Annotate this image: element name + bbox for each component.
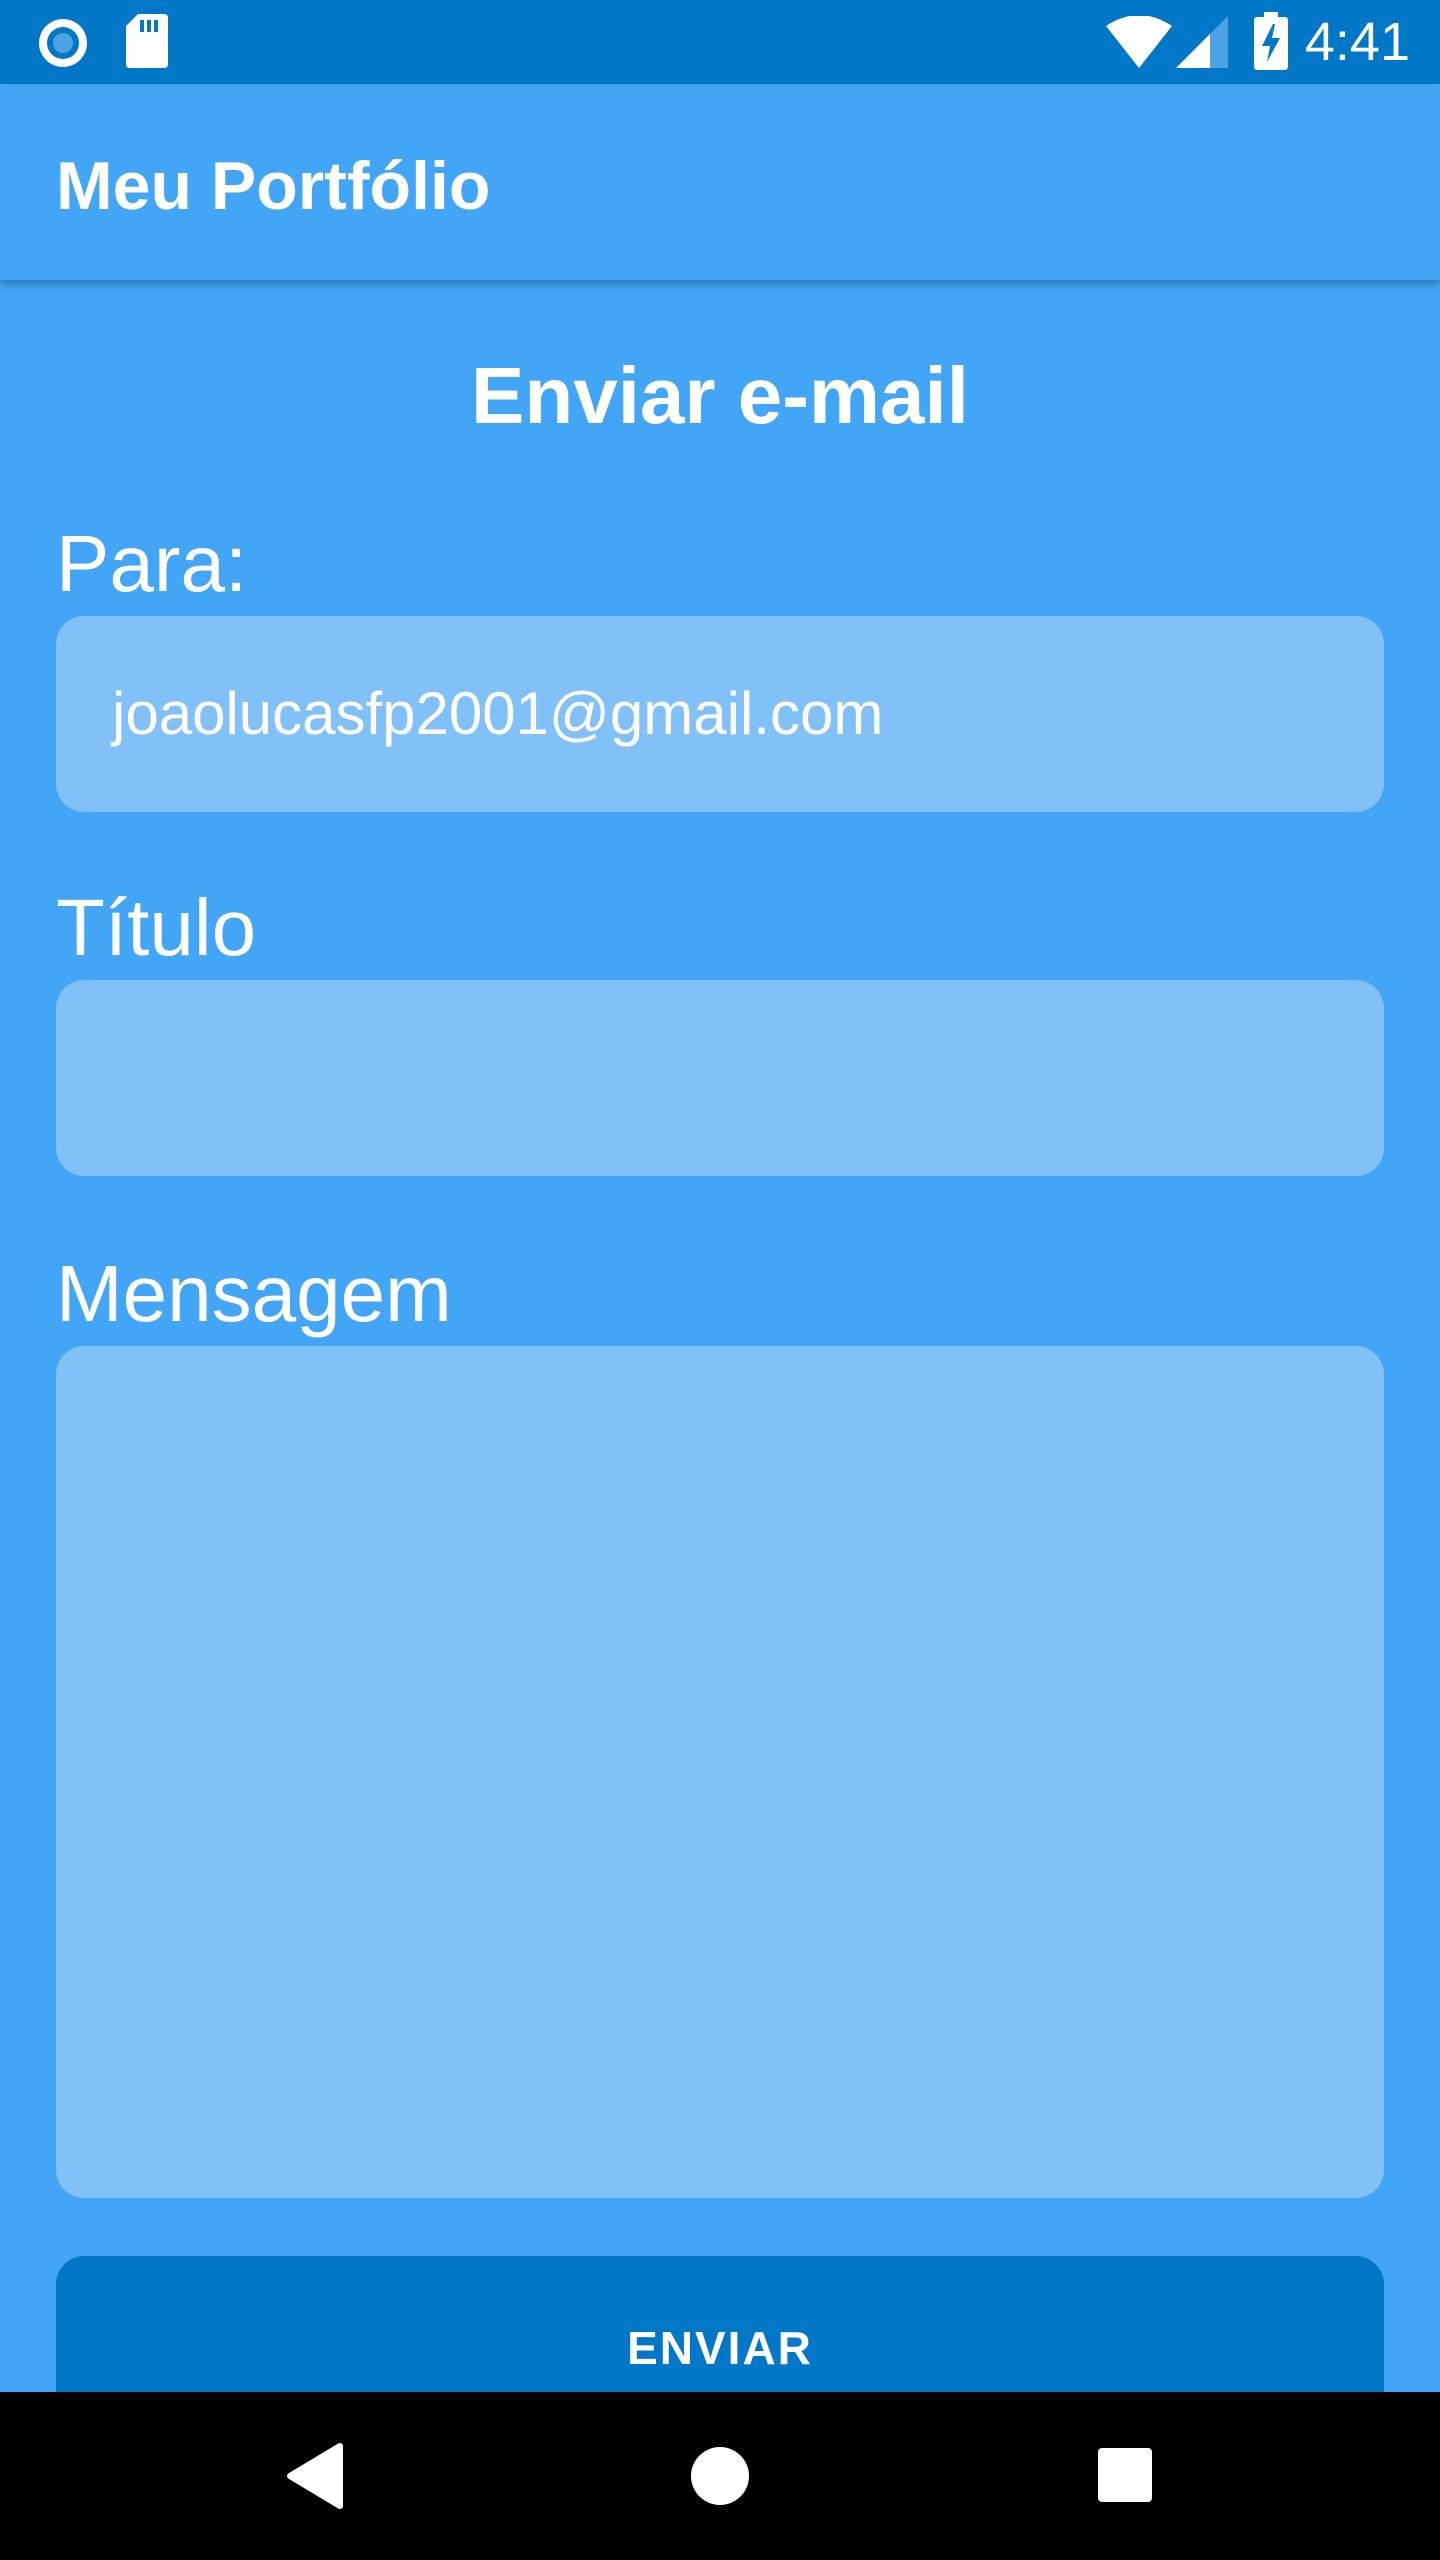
back-icon[interactable]	[276, 2436, 356, 2516]
navigation-bar	[0, 2392, 1440, 2560]
sd-card-icon	[126, 14, 168, 68]
radio-icon	[39, 19, 87, 67]
message-label: Mensagem	[56, 1249, 452, 1338]
to-field[interactable]: joaolucasfp2001@gmail.com	[56, 616, 1384, 812]
app-bar: Meu Portfólio	[0, 84, 1440, 280]
status-bar: 4:41	[0, 0, 1440, 84]
page-title: Enviar e-mail	[470, 351, 969, 440]
message-field[interactable]	[56, 1346, 1384, 2198]
to-field-value: joaolucasfp2001@gmail.com	[112, 680, 884, 747]
home-icon[interactable]	[680, 2436, 760, 2516]
recents-icon[interactable]	[1086, 2436, 1166, 2516]
wifi-icon	[1106, 16, 1172, 68]
to-label: Para:	[56, 519, 248, 608]
send-button[interactable]: ENVIAR	[56, 2256, 1384, 2392]
email-form: Enviar e-mail Para: joaolucasfp2001@gmai…	[0, 280, 1440, 2392]
battery-charging-icon	[1254, 12, 1288, 70]
signal-icon	[1176, 16, 1228, 68]
send-button-label: ENVIAR	[627, 2322, 813, 2374]
title-field[interactable]	[56, 980, 1384, 1176]
clock: 4:41	[1304, 12, 1410, 72]
app-title: Meu Portfólio	[56, 148, 491, 224]
title-label: Título	[56, 883, 257, 972]
